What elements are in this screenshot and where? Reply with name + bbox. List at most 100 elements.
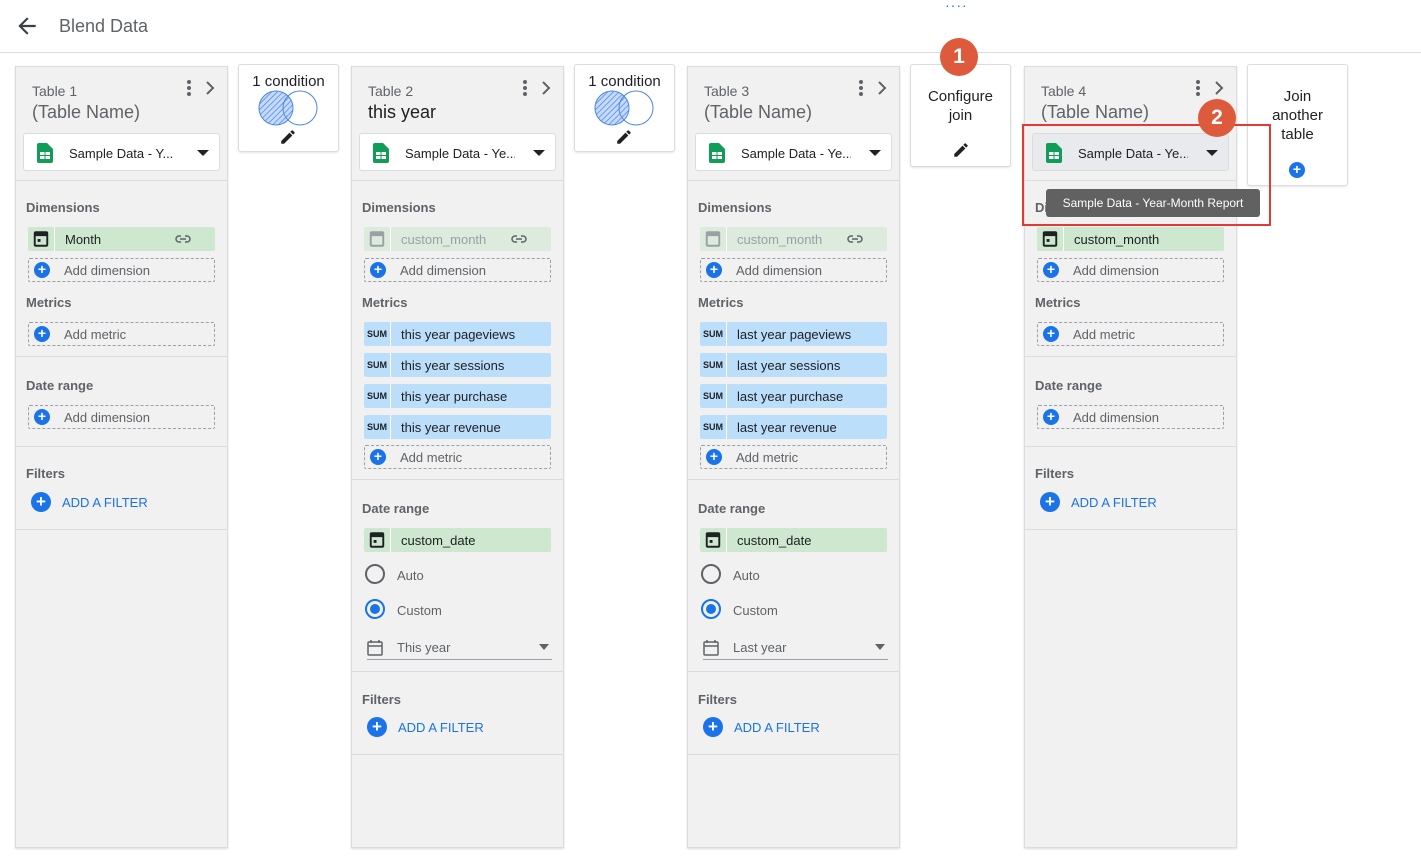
add-metric-button[interactable]: + Add metric: [1037, 322, 1224, 346]
join-condition-1[interactable]: 1 condition: [238, 64, 339, 152]
custom-radio[interactable]: [701, 599, 721, 619]
add-dimension-button[interactable]: + Add dimension: [28, 258, 215, 282]
metric-chip[interactable]: SUM last year pageviews: [700, 322, 887, 346]
metric-name: this year purchase: [401, 389, 508, 404]
edit-pencil-icon: [954, 143, 968, 157]
metric-chip[interactable]: SUM last year revenue: [700, 415, 887, 439]
chevron-right-icon[interactable]: [540, 78, 554, 98]
add-metric-label: Add metric: [1073, 327, 1136, 342]
join-condition-2[interactable]: 1 condition: [574, 64, 675, 152]
chevron-right-icon[interactable]: [1213, 78, 1227, 98]
date-period-value: This year: [397, 640, 451, 655]
dimensions-heading: Dimensions: [362, 200, 436, 215]
add-icon: +: [1043, 262, 1059, 278]
calendar-icon: [369, 227, 391, 251]
aggregation-label: SUM: [700, 322, 727, 346]
more-vert-icon[interactable]: [183, 78, 195, 98]
custom-radio[interactable]: [365, 599, 385, 619]
drag-handle-icon[interactable]: ····: [945, 0, 968, 12]
add-icon: +: [34, 326, 50, 342]
link-icon: [175, 235, 191, 243]
dimension-chip[interactable]: Month: [28, 227, 215, 251]
dimension-chip[interactable]: custom_month: [364, 227, 551, 251]
auto-radio[interactable]: [365, 564, 385, 584]
datasource-name: Sample Data - Ye...: [405, 146, 515, 161]
add-metric-button[interactable]: + Add metric: [700, 445, 887, 469]
metric-chip[interactable]: SUM this year revenue: [364, 415, 551, 439]
calendar-icon: [1042, 227, 1064, 251]
chevron-right-icon[interactable]: [204, 78, 218, 98]
table-name-input[interactable]: (Table Name): [32, 102, 140, 123]
more-vert-icon[interactable]: [519, 78, 531, 98]
dimension-chip[interactable]: custom_month: [1037, 227, 1224, 251]
divider: [352, 671, 563, 672]
sheets-icon: [37, 143, 53, 163]
divider: [688, 180, 899, 181]
datasource-select[interactable]: Sample Data - Ye...: [695, 133, 892, 171]
datasource-select[interactable]: Sample Data - Y...: [23, 133, 220, 171]
metric-name: this year pageviews: [401, 327, 516, 342]
table-label: Table 1: [32, 83, 78, 99]
calendar-icon: [33, 227, 55, 251]
aggregation-label: SUM: [700, 384, 727, 408]
configure-join-button[interactable]: Configure join: [910, 64, 1011, 167]
join-condition-label: 1 condition: [588, 73, 661, 90]
metric-name: this year sessions: [401, 358, 505, 373]
date-dimension-chip[interactable]: custom_date: [364, 528, 551, 552]
datasource-select[interactable]: Sample Data - Ye...: [359, 133, 556, 171]
datasource-name: Sample Data - Y...: [69, 146, 174, 161]
table-name-input[interactable]: (Table Name): [1041, 102, 1149, 123]
add-date-dimension-button[interactable]: + Add dimension: [28, 405, 215, 429]
join-condition-label: 1 condition: [252, 73, 325, 90]
table-name-input[interactable]: (Table Name): [704, 102, 812, 123]
add-dimension-label: Add dimension: [736, 263, 822, 278]
divider: [1025, 356, 1236, 357]
more-vert-icon[interactable]: [855, 78, 867, 98]
calendar-icon: [369, 528, 391, 552]
aggregation-label: SUM: [700, 415, 727, 439]
page-title: Blend Data: [59, 16, 149, 36]
add-icon: +: [370, 449, 386, 465]
dropdown-arrow-icon: [869, 150, 881, 156]
metric-chip[interactable]: SUM this year sessions: [364, 353, 551, 377]
filters-heading: Filters: [362, 692, 402, 707]
add-icon: +: [1043, 409, 1059, 425]
chevron-right-icon[interactable]: [876, 78, 890, 98]
aggregation-label: SUM: [364, 384, 391, 408]
add-dimension-button[interactable]: + Add dimension: [364, 258, 551, 282]
add-metric-button[interactable]: + Add metric: [364, 445, 551, 469]
divider: [16, 446, 227, 447]
configure-join-label: Configure join: [927, 88, 994, 124]
metric-chip[interactable]: SUM last year purchase: [700, 384, 887, 408]
add-icon: +: [31, 492, 51, 512]
dropdown-arrow-icon: [533, 150, 545, 156]
dimension-chip[interactable]: custom_month: [700, 227, 887, 251]
date-period-select[interactable]: This year: [367, 636, 552, 660]
table-name-input[interactable]: this year: [368, 102, 436, 123]
date-dimension-chip[interactable]: custom_date: [700, 528, 887, 552]
add-icon: +: [706, 449, 722, 465]
dropdown-arrow-icon: [539, 644, 549, 650]
metric-chip[interactable]: SUM this year pageviews: [364, 322, 551, 346]
filters-heading: Filters: [698, 692, 738, 707]
add-date-dimension-button[interactable]: + Add dimension: [1037, 405, 1224, 429]
date-dimension-name: custom_date: [737, 533, 812, 548]
add-icon: +: [34, 409, 50, 425]
add-dimension-button[interactable]: + Add dimension: [1037, 258, 1224, 282]
metric-chip[interactable]: SUM last year sessions: [700, 353, 887, 377]
back-arrow-icon[interactable]: [14, 13, 40, 39]
add-dimension-button[interactable]: + Add dimension: [700, 258, 887, 282]
metric-chip[interactable]: SUM this year purchase: [364, 384, 551, 408]
add-metric-button[interactable]: + Add metric: [28, 322, 215, 346]
auto-radio[interactable]: [701, 564, 721, 584]
more-vert-icon[interactable]: [1192, 78, 1204, 98]
dimensions-heading: Dimensions: [26, 200, 100, 215]
metrics-heading: Metrics: [362, 295, 408, 310]
dimension-name: custom_month: [737, 232, 823, 247]
date-range-heading: Date range: [698, 501, 766, 516]
add-dimension-label: Add dimension: [64, 263, 150, 278]
divider: [352, 180, 563, 181]
add-filter-label: ADD A FILTER: [62, 495, 148, 510]
metrics-heading: Metrics: [26, 295, 72, 310]
date-period-select[interactable]: Last year: [703, 636, 888, 660]
